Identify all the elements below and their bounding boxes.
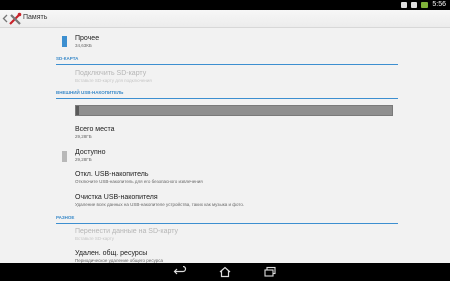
- usb-usage-used-segment: [76, 106, 80, 115]
- usb-total-title: Всего места: [75, 126, 115, 133]
- page-title: Память: [23, 14, 48, 21]
- status-bar: 5:56: [0, 0, 450, 10]
- unmount-usb-item[interactable]: Откл. USB-накопитель Отключите USB-накоп…: [75, 171, 203, 184]
- sd-card-header: SD-КАРТА: [56, 56, 79, 61]
- back-icon[interactable]: [173, 266, 187, 278]
- settings-tools-icon[interactable]: [8, 12, 22, 26]
- mount-sd-title: Подключить SD-карту: [75, 70, 147, 77]
- unmount-usb-title: Откл. USB-накопитель: [75, 171, 149, 178]
- storage-settings-list[interactable]: Прочее 34,63КБ SD-КАРТА Подключить SD-ка…: [0, 29, 450, 263]
- other-item[interactable]: Прочее 34,63КБ: [75, 35, 99, 48]
- usb-divider: [56, 98, 398, 99]
- erase-usb-title: Очистка USB-накопителя: [75, 194, 158, 201]
- other-color-swatch: [62, 36, 67, 47]
- recent-apps-icon[interactable]: [263, 266, 277, 278]
- usb-header: ВНЕШНИЙ USB-НАКОПИТЕЛЬ: [56, 90, 124, 95]
- misc-header: РАЗНОЕ: [56, 215, 75, 220]
- usb-available-item: Доступно 29,28ГБ: [75, 149, 106, 162]
- transfer-to-sd-item[interactable]: Перенести данные на SD-карту Вставьте SD…: [75, 228, 178, 241]
- home-icon[interactable]: [218, 266, 232, 278]
- transfer-to-sd-title: Перенести данные на SD-карту: [75, 228, 179, 235]
- clock: 5:56: [432, 1, 446, 8]
- usb-total-value: 29,28ГБ: [75, 134, 92, 139]
- other-value: 34,63КБ: [75, 43, 92, 48]
- usb-available-title: Доступно: [75, 149, 106, 156]
- wifi-icon: [411, 2, 418, 8]
- usb-total-item: Всего места 29,28ГБ: [75, 126, 115, 139]
- available-color-swatch: [62, 151, 67, 162]
- other-title: Прочее: [75, 35, 100, 42]
- usb-available-value: 29,28ГБ: [75, 157, 92, 162]
- usb-usage-bar: [75, 105, 393, 116]
- mount-sd-subtitle: Вставьте SD-карту для подключения: [75, 78, 152, 83]
- notification-icon: [401, 2, 408, 8]
- transfer-to-sd-subtitle: Вставьте SD-карту: [75, 236, 114, 241]
- clear-shared-title: Удален. общ. ресурсы: [75, 250, 148, 257]
- action-bar: Память: [0, 10, 450, 28]
- misc-divider: [56, 223, 398, 224]
- erase-usb-subtitle: Удаление всех данных на USB-накопителе у…: [75, 202, 245, 207]
- navigation-bar: [0, 263, 450, 281]
- battery-icon: [421, 2, 429, 8]
- unmount-usb-subtitle: Отключите USB-накопитель для его безопас…: [75, 179, 203, 184]
- sd-card-divider: [56, 64, 398, 65]
- mount-sd-item[interactable]: Подключить SD-карту Вставьте SD-карту дл…: [75, 70, 152, 83]
- erase-usb-item[interactable]: Очистка USB-накопителя Удаление всех дан…: [75, 194, 244, 207]
- clear-shared-item[interactable]: Удален. общ. ресурсы Периодическое удале…: [75, 250, 163, 263]
